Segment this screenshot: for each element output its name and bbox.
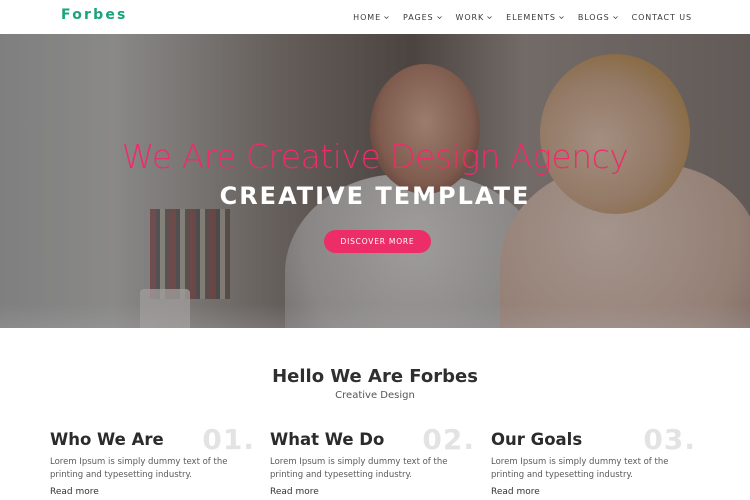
chevron-down-icon [612, 15, 618, 19]
nav-item-label: BLOGS [577, 12, 610, 22]
card-text: Lorem Ipsum is simply dummy text of the … [50, 457, 228, 480]
nav-item-contact-us[interactable]: CONTACT US [632, 13, 692, 22]
chevron-down-icon [436, 15, 442, 19]
section-subtitle: Creative Design [335, 390, 415, 401]
hero-banner: We Are Creative Design Agency CREATIVE T… [0, 34, 750, 328]
nav-item-blogs[interactable]: BLOGS [578, 13, 618, 22]
site-logo[interactable]: Forbes [61, 7, 128, 23]
section-title: Hello We Are Forbes [272, 366, 478, 387]
hero-overlay [0, 34, 750, 328]
nav-item-pages[interactable]: PAGES [403, 12, 442, 22]
card-number: 03. [643, 423, 696, 456]
card-number: 01. [202, 423, 255, 456]
card-text: Lorem Ipsum is simply dummy text of the … [491, 457, 669, 480]
card-title: What We Do [270, 430, 385, 449]
card-text: Lorem Ipsum is simply dummy text of the … [270, 457, 448, 480]
nav-item-label: CONTACT US [631, 12, 692, 22]
feature-card-who-we-are: 01. Who We Are Lorem Ipsum is simply dum… [50, 423, 255, 500]
chevron-down-icon [487, 15, 492, 19]
card-number: 02. [422, 423, 475, 456]
card-title: Our Goals [491, 430, 583, 449]
nav-item-label: PAGES [403, 12, 434, 22]
card-title: Who We Are [50, 430, 164, 449]
chevron-down-icon [384, 15, 389, 19]
read-more-link[interactable]: Read more [491, 487, 540, 497]
main-nav: HOME PAGES WORK ELEMENTS BLOGS CONTACT U… [353, 0, 692, 34]
nav-item-work[interactable]: WORK [456, 13, 493, 22]
read-more-link[interactable]: Read more [50, 487, 99, 497]
nav-item-home[interactable]: HOME [353, 13, 389, 22]
nav-item-label: WORK [455, 12, 485, 22]
feature-card-our-goals: 03. Our Goals Lorem Ipsum is simply dumm… [491, 423, 696, 500]
hero-subtitle: CREATIVE TEMPLATE [219, 182, 531, 210]
site-header: Forbes HOME PAGES WORK ELEMENTS BLOGS CO… [0, 0, 750, 34]
nav-item-label: ELEMENTS [506, 12, 556, 22]
nav-item-elements[interactable]: ELEMENTS [506, 13, 564, 22]
nav-item-label: HOME [353, 12, 382, 22]
feature-card-what-we-do: 02. What We Do Lorem Ipsum is simply dum… [270, 423, 475, 500]
hero-title: We Are Creative Design Agency [121, 137, 629, 176]
read-more-link[interactable]: Read more [270, 487, 319, 497]
chevron-down-icon [559, 15, 564, 19]
discover-more-button[interactable]: DISCOVER MORE [324, 230, 431, 253]
